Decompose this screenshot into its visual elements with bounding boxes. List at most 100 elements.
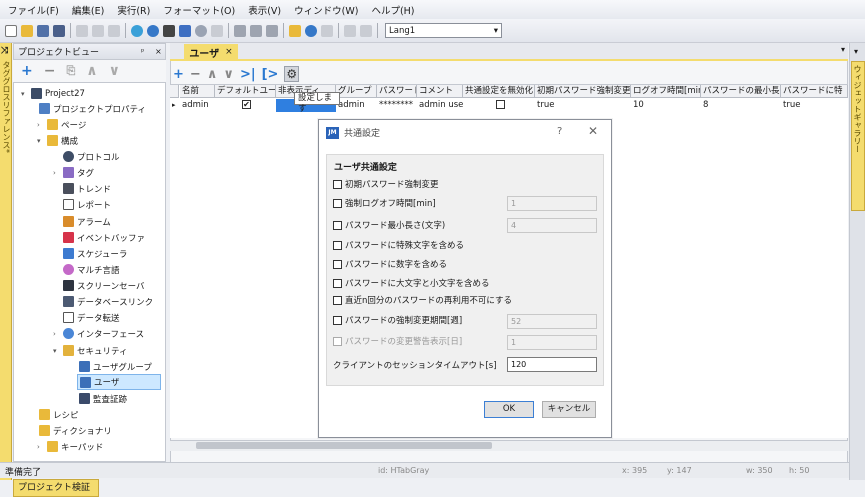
gear-icon[interactable]: ⚙ <box>284 66 300 82</box>
cell-logoff-time[interactable]: 10 <box>631 99 701 112</box>
tree-item-keypad[interactable]: › キーパッド <box>37 439 103 454</box>
checkbox[interactable] <box>333 198 342 208</box>
cell-force-change[interactable]: true <box>535 99 631 112</box>
col-header[interactable]: パスワード <box>377 85 417 98</box>
export-icon[interactable]: [> <box>262 67 279 82</box>
tree-item-screensaver[interactable]: スクリーンセーバ <box>63 278 145 293</box>
chevron-right-icon[interactable]: › <box>37 443 47 451</box>
ok-button[interactable]: OK <box>484 401 534 418</box>
stop-icon[interactable] <box>211 24 223 37</box>
run-icon[interactable] <box>131 24 143 37</box>
option-force-initial-change[interactable]: 初期パスワード強制変更 <box>333 177 439 191</box>
play-icon[interactable] <box>195 24 207 37</box>
col-header[interactable]: グループ <box>336 85 377 98</box>
close-icon[interactable]: × <box>155 47 162 56</box>
tree-item-protocol[interactable]: プロトコル <box>63 149 120 164</box>
tree-item-pages[interactable]: › ページ <box>37 117 86 132</box>
col-header[interactable]: ログオフ時間[min] <box>631 85 701 98</box>
pin-icon[interactable]: ᵖ <box>141 47 144 56</box>
chevron-down-icon[interactable]: ▾ <box>53 347 63 355</box>
change-period-input[interactable]: 52 <box>507 314 597 329</box>
option-include-digits[interactable]: パスワードに数字を含める <box>333 257 447 271</box>
add-row-icon[interactable]: + <box>173 67 184 82</box>
chevron-right-icon[interactable]: › <box>53 330 63 338</box>
close-icon[interactable]: ✕ <box>588 124 598 138</box>
disable-common-checkbox[interactable] <box>495 100 505 109</box>
tree-item-alarm[interactable]: アラーム <box>63 214 111 229</box>
tab-user[interactable]: ユーザ × <box>184 44 238 60</box>
chevron-right-icon[interactable]: › <box>53 169 63 177</box>
tree-item-project[interactable]: ▾ Project27 <box>21 86 85 101</box>
default-user-checkbox[interactable] <box>242 100 251 109</box>
tree-item-dictionary[interactable]: ディクショナリ <box>39 423 112 438</box>
checkbox[interactable] <box>333 240 342 250</box>
cut-icon[interactable] <box>76 24 88 37</box>
col-header[interactable]: デフォルトユーザ <box>215 85 276 98</box>
cell-min-length[interactable]: 8 <box>701 99 781 112</box>
tag-cross-reference-strip[interactable]: ⤨ タググロスリファレンス* <box>0 43 12 480</box>
row-selector-icon[interactable]: ▸ <box>170 99 179 112</box>
import-icon[interactable]: >| <box>240 67 256 82</box>
col-header[interactable]: 名前 <box>180 85 215 98</box>
move-down-icon[interactable]: ∨ <box>223 67 234 82</box>
copy-icon[interactable] <box>92 24 104 37</box>
tree-item-project-properties[interactable]: プロジェクトプロパティ <box>39 101 146 116</box>
add-icon[interactable]: + <box>21 63 33 79</box>
tree-item-interface[interactable]: › インターフェース <box>53 326 144 341</box>
save-all-icon[interactable] <box>53 24 65 37</box>
menu-window[interactable]: ウィンドウ(W) <box>294 3 358 17</box>
cell-name[interactable]: admin <box>180 99 215 112</box>
tree-item-scheduler[interactable]: スケジューラ <box>63 246 127 261</box>
checkbox[interactable] <box>333 220 342 230</box>
option-forced-change-period[interactable]: パスワードの強制変更期間[週] <box>333 313 462 327</box>
tree-item-database-link[interactable]: データベースリンク <box>63 294 153 309</box>
tree-item-audit-trail[interactable]: 監査証跡 <box>79 391 127 406</box>
tree-item-users[interactable]: ユーザ <box>77 374 161 390</box>
tab-close-icon[interactable]: × <box>225 47 233 57</box>
col-header[interactable]: パスワードに特 <box>781 85 848 98</box>
package-icon[interactable] <box>289 24 301 37</box>
tree-item-tags[interactable]: › タグ <box>53 165 94 180</box>
menu-file[interactable]: ファイル(F) <box>8 3 59 17</box>
option-password-history[interactable]: 直近n回分のパスワードの再利用不可にする <box>333 293 512 307</box>
panel-menu-icon[interactable]: ▾ <box>854 47 858 56</box>
chevron-down-icon[interactable]: ▾ <box>37 137 47 145</box>
chevron-right-icon[interactable]: › <box>37 121 47 129</box>
checkbox[interactable] <box>333 315 342 325</box>
checkbox[interactable] <box>333 295 342 305</box>
tree-item-event-buffer[interactable]: イベントバッファ <box>63 230 145 245</box>
option-mixed-case[interactable]: パスワードに大文字と小文字を含める <box>333 276 490 290</box>
tree-item-user-groups[interactable]: ユーザグループ <box>79 359 152 374</box>
menu-view[interactable]: 表示(V) <box>248 3 281 17</box>
remove-row-icon[interactable]: − <box>190 67 201 82</box>
help-icon[interactable]: ? <box>557 126 562 137</box>
option-min-length[interactable]: パスワード最小長さ(文字) <box>333 218 445 232</box>
open-folder-icon[interactable] <box>21 24 33 37</box>
tree-item-recipe[interactable]: レシピ <box>39 407 79 422</box>
tree-item-report[interactable]: レポート <box>63 197 111 212</box>
checkbox[interactable] <box>333 179 342 189</box>
undo-icon[interactable] <box>344 24 356 37</box>
help-icon[interactable] <box>305 24 317 37</box>
pen-icon[interactable] <box>163 24 175 37</box>
chevron-down-icon[interactable]: ▾ <box>21 90 31 98</box>
options-icon[interactable] <box>321 24 333 37</box>
session-timeout-input[interactable]: 120 <box>507 357 597 372</box>
move-down-icon[interactable]: ∨ <box>109 63 120 79</box>
tree-item-security[interactable]: ▾ セキュリティ <box>53 343 128 358</box>
menu-edit[interactable]: 編集(E) <box>72 3 104 17</box>
col-header[interactable]: コメント <box>417 85 463 98</box>
language-select[interactable]: Lang1 ▾ <box>385 23 502 38</box>
move-up-icon[interactable]: ∧ <box>207 67 218 82</box>
col-header[interactable]: パスワードの最小長さ <box>701 85 781 98</box>
copy-item-icon[interactable]: ⎘ <box>66 64 75 78</box>
option-special-chars[interactable]: パスワードに特殊文字を含める <box>333 238 464 252</box>
move-up-icon[interactable]: ∧ <box>86 63 97 79</box>
option-forced-logoff[interactable]: 強制ログオフ時間[min] <box>333 196 436 210</box>
cell-comment[interactable]: admin user <box>417 99 463 112</box>
check-icon[interactable] <box>147 24 159 37</box>
tree-item-data-transfer[interactable]: データ転送 <box>63 310 120 325</box>
menu-run[interactable]: 実行(R) <box>117 3 150 17</box>
horizontal-scrollbar-thumb[interactable] <box>196 442 492 449</box>
cell-default-user[interactable] <box>215 99 276 112</box>
